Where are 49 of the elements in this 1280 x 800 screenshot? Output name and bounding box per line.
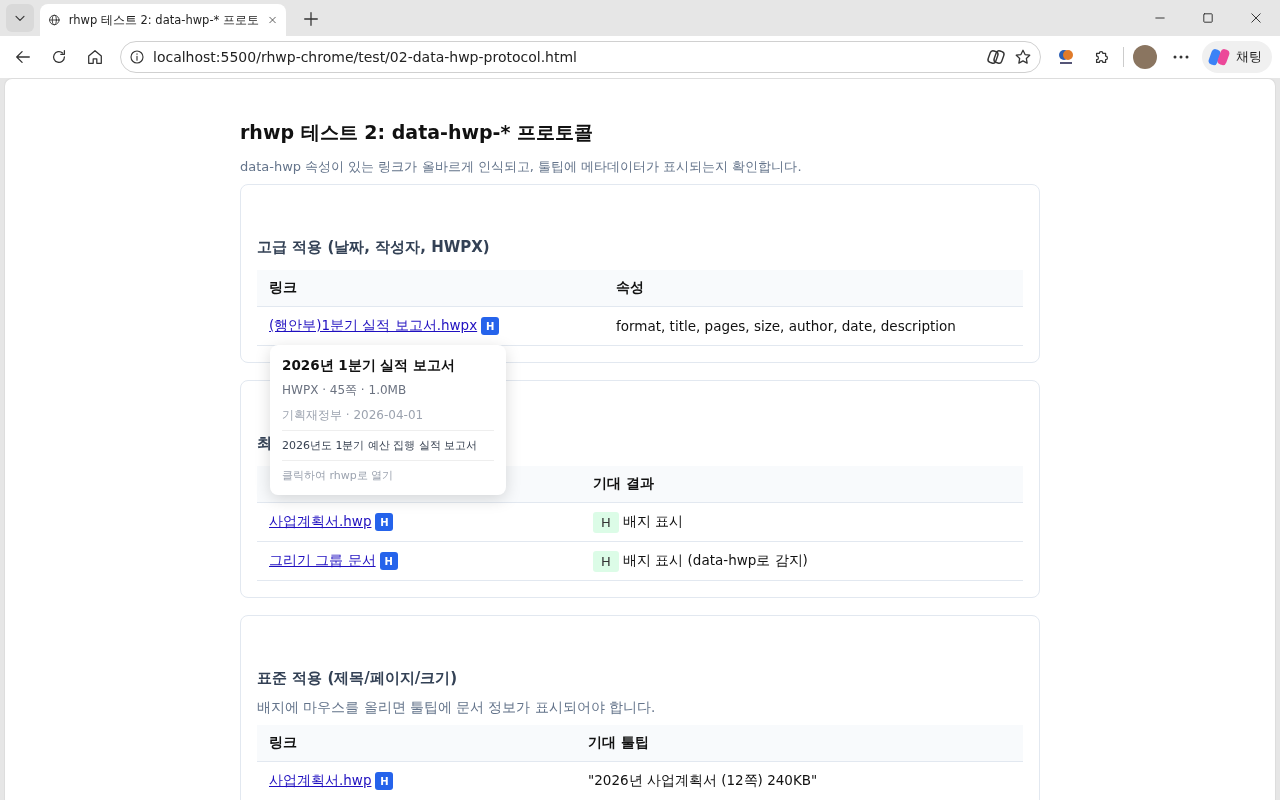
document-link[interactable]: 사업계획서.hwp xyxy=(269,772,372,790)
column-header: 기대 툴팁 xyxy=(576,725,1023,762)
avatar-icon xyxy=(1133,45,1157,69)
back-arrow-icon xyxy=(14,48,32,66)
star-icon[interactable] xyxy=(1014,48,1032,66)
column-header: 기대 결과 xyxy=(581,466,1023,503)
intro-text: data-hwp 속성이 있는 링크가 올바르게 인식되고, 툴팁에 메타데이터가 표시되는지 확인합니다. xyxy=(240,158,803,176)
document-link[interactable]: (행안부)1분기 실적 보고서.hwpx xyxy=(269,317,478,335)
table-cell: format, title, pages, size, author, date, description xyxy=(616,318,956,334)
tooltip-description: 2026년도 1분기 예산 집행 실적 보고서 xyxy=(282,431,494,461)
hwp-chip: H xyxy=(593,511,619,533)
tooltip-author-date: 기획재정부 · 2026-04-01 xyxy=(282,407,494,431)
plus-icon xyxy=(302,10,320,28)
home-icon xyxy=(86,48,104,66)
column-header: 링크 xyxy=(257,725,576,762)
puzzle-icon xyxy=(1093,48,1111,66)
section-heading: 고급 적용 (날짜, 작성자, HWPX) xyxy=(257,237,490,258)
extension-logo-icon xyxy=(1058,48,1074,66)
info-icon[interactable] xyxy=(129,49,145,65)
page-title: rhwp 테스트 2: data-hwp-* 프로토콜 xyxy=(240,120,595,145)
section-description: 배지에 마우스를 올리면 툴팁에 문서 정보가 표시되어야 합니다. xyxy=(257,699,657,717)
section-heading: 최 xyxy=(257,433,272,454)
tooltip-hint: 클릭하여 rhwp로 열기 xyxy=(282,468,395,483)
tab-list-button[interactable] xyxy=(6,4,34,32)
chat-button[interactable]: 채팅 xyxy=(1202,41,1272,73)
close-icon xyxy=(1249,11,1263,25)
copilot-logo-icon xyxy=(1208,46,1230,68)
more-icon xyxy=(1173,55,1189,59)
maximize-icon xyxy=(1201,11,1215,25)
globe-icon xyxy=(48,12,61,28)
tooltip-meta: HWPX · 45쪽 · 1.0MB xyxy=(282,382,408,399)
hwp-badge[interactable]: H xyxy=(481,317,500,335)
copilot-icon[interactable] xyxy=(986,47,1006,67)
hwp-badge[interactable]: H xyxy=(379,552,398,570)
tab-title: rhwp 테스트 2: data-hwp-* 프로토 xyxy=(68,12,259,28)
browser-tab[interactable]: rhwp 테스트 2: data-hwp-* 프로토 xyxy=(40,4,286,36)
reload-icon xyxy=(50,48,68,66)
table-cell: "2026년 사업계획서 (12쪽) 240KB" xyxy=(588,772,818,788)
hwp-badge[interactable]: H xyxy=(375,513,394,531)
document-link[interactable]: 사업계획서.hwp xyxy=(269,513,372,531)
tooltip-title: 2026년 1분기 실적 보고서 xyxy=(282,357,457,375)
expected-result: 배지 표시 xyxy=(623,513,684,531)
document-link[interactable]: 그리기 그룹 문서 xyxy=(269,552,376,570)
hwp-badge[interactable]: H xyxy=(375,772,394,790)
expected-result: 배지 표시 (data-hwp로 감지) xyxy=(623,552,808,570)
section-heading: 표준 적용 (제목/페이지/크기) xyxy=(257,668,458,689)
column-header: 속성 xyxy=(604,270,1023,307)
hwp-chip: H xyxy=(593,550,619,572)
column-header: 링크 xyxy=(257,270,604,307)
